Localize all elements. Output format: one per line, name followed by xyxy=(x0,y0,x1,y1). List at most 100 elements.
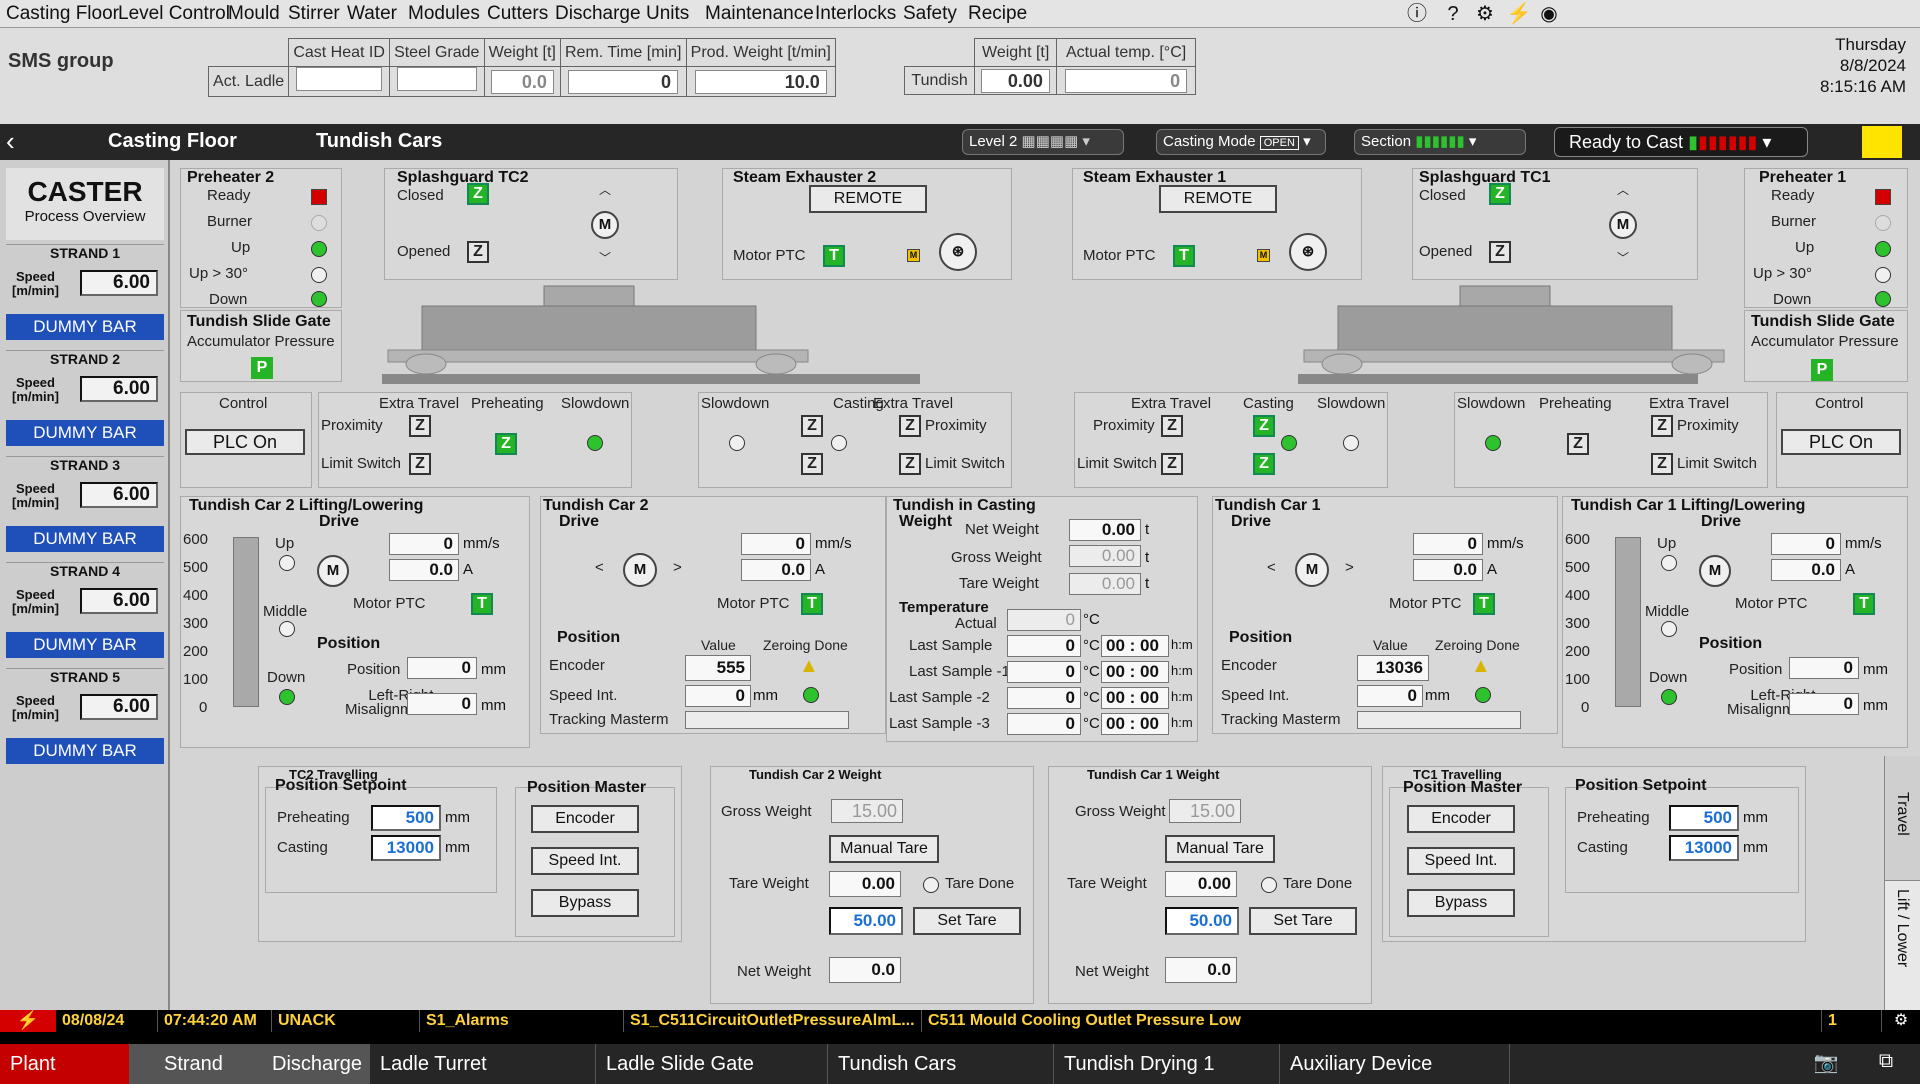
strand-1-dummy-bar[interactable]: DUMMY BAR xyxy=(6,314,164,340)
menu-modules[interactable]: Modules xyxy=(408,3,480,25)
tc2-preheat-input[interactable]: 500 xyxy=(371,805,441,831)
menu-interlocks[interactable]: Interlocks xyxy=(815,3,896,25)
tab-travel[interactable]: Travel xyxy=(1893,792,1911,836)
lift-tc1-ptc[interactable]: T xyxy=(1853,593,1875,615)
tc2-bypass-button[interactable]: Bypass xyxy=(531,889,639,917)
level-selector[interactable]: Level 2 ▦▦▦▦ ▾ xyxy=(962,129,1124,155)
menu-mould[interactable]: Mould xyxy=(228,3,280,25)
splashguard-tc1-closed-z[interactable]: Z xyxy=(1489,183,1511,205)
gear-icon[interactable]: ⚙ xyxy=(1472,2,1498,26)
lift-tc2-ptc[interactable]: T xyxy=(471,593,493,615)
tc1-right-prox-z[interactable]: Z xyxy=(1651,415,1673,437)
screen-icon[interactable]: ⧉ xyxy=(1866,1050,1906,1078)
menu-level-control[interactable]: Level Control xyxy=(118,3,230,25)
nav-strand[interactable]: Strand xyxy=(130,1044,262,1084)
nav-tundish-cars[interactable]: Tundish Cars xyxy=(828,1044,1054,1084)
w1-tare-done-radio[interactable] xyxy=(1261,877,1277,893)
tc1-preheat-input[interactable]: 500 xyxy=(1669,805,1739,831)
w2-tare-done-radio[interactable] xyxy=(923,877,939,893)
control-2-plc-button[interactable]: PLC On xyxy=(185,429,305,455)
car-1-ptc[interactable]: T xyxy=(1473,593,1495,615)
splashguard-tc1-down-chevron-icon: ﹀ xyxy=(1617,251,1630,265)
caster-box[interactable]: CASTER Process Overview xyxy=(6,168,164,240)
breadcrumb-casting-floor[interactable]: Casting Floor xyxy=(108,130,237,153)
w2-set-tare-input[interactable]: 50.00 xyxy=(829,907,903,935)
tc2-left-prox-z[interactable]: Z xyxy=(409,415,431,437)
tc1-right-preheat-z[interactable]: Z xyxy=(1567,433,1589,455)
tc1-left-casting-z2[interactable]: Z xyxy=(1253,453,1275,475)
steam-exhauster-1-remote-button[interactable]: REMOTE xyxy=(1159,185,1277,213)
steam-exhauster-2-ptc[interactable]: T xyxy=(823,245,845,267)
tc2-right-casting-z2[interactable]: Z xyxy=(801,453,823,475)
splashguard-tc2-opened-z[interactable]: Z xyxy=(467,241,489,263)
tab-lift-lower-box[interactable]: Lift / Lower xyxy=(1885,880,1920,1010)
tc2-speedint-button[interactable]: Speed Int. xyxy=(531,847,639,875)
menu-water[interactable]: Water xyxy=(347,3,397,25)
back-icon[interactable]: ‹ xyxy=(6,126,15,157)
nav-plant[interactable]: Plant xyxy=(0,1044,130,1084)
menu-discharge[interactable]: Discharge xyxy=(555,3,641,25)
menu-casting-floor[interactable]: Casting Floor xyxy=(6,3,119,25)
monitor-icon[interactable] xyxy=(1862,126,1902,158)
tc1-encoder-button[interactable]: Encoder xyxy=(1407,805,1515,833)
menu-maintenance[interactable]: Maintenance xyxy=(705,3,814,25)
alarm-message[interactable]: C511 Mould Cooling Outlet Pressure Low xyxy=(922,1010,1822,1032)
splashguard-tc2-closed-z[interactable]: Z xyxy=(467,183,489,205)
car-1-current: 0.0 xyxy=(1413,559,1483,581)
tc1-speedint-button[interactable]: Speed Int. xyxy=(1407,847,1515,875)
lift-tc1-title: Tundish Car 1 Lifting/Lowering xyxy=(1571,497,1806,514)
ready-to-cast[interactable]: Ready to Cast ▮▮▮▮▮▮▮ ▾ xyxy=(1554,127,1808,157)
tc1-bypass-button[interactable]: Bypass xyxy=(1407,889,1515,917)
car-2-ptc[interactable]: T xyxy=(801,593,823,615)
nav-ladle-slide-gate[interactable]: Ladle Slide Gate xyxy=(596,1044,828,1084)
w2-manual-tare-button[interactable]: Manual Tare xyxy=(829,835,939,863)
power-icon[interactable]: ⚡ xyxy=(1506,2,1532,26)
eye-icon[interactable]: ◉ xyxy=(1536,2,1562,26)
w1-set-tare-button[interactable]: Set Tare xyxy=(1249,907,1357,935)
casting-mode-selector[interactable]: Casting Mode OPEN ▾ xyxy=(1156,129,1326,155)
menu-cutters[interactable]: Cutters xyxy=(487,3,548,25)
nav-discharge[interactable]: Discharge xyxy=(262,1044,370,1084)
slide-gate-1-p[interactable]: P xyxy=(1811,359,1833,381)
tc2-casting-input[interactable]: 13000 xyxy=(371,835,441,861)
slide-gate-2-p[interactable]: P xyxy=(251,357,273,379)
control-1-plc-button[interactable]: PLC On xyxy=(1781,429,1901,455)
info-icon[interactable]: ⓘ xyxy=(1404,2,1430,26)
w1-set-tare-input[interactable]: 50.00 xyxy=(1165,907,1239,935)
tc2-left-limit-z[interactable]: Z xyxy=(409,453,431,475)
alarm-bolt-icon[interactable]: ⚡ xyxy=(0,1010,56,1032)
nav-auxiliary-device[interactable]: Auxiliary Device xyxy=(1280,1044,1510,1084)
splashguard-tc1-opened-z[interactable]: Z xyxy=(1489,241,1511,263)
menu-safety[interactable]: Safety xyxy=(903,3,957,25)
camera-icon[interactable]: 📷 xyxy=(1806,1050,1846,1078)
tc1-casting-input[interactable]: 13000 xyxy=(1669,835,1739,861)
section-selector[interactable]: Section ▮▮▮▮▮▮ ▾ xyxy=(1354,129,1526,155)
strand-3-dummy-bar[interactable]: DUMMY BAR xyxy=(6,526,164,552)
strand-2-dummy-bar[interactable]: DUMMY BAR xyxy=(6,420,164,446)
tc1-left-prox-z[interactable]: Z xyxy=(1161,415,1183,437)
tc2-encoder-button[interactable]: Encoder xyxy=(531,805,639,833)
steam-exhauster-2-remote-button[interactable]: REMOTE xyxy=(809,185,927,213)
tc2-right-casting-z1[interactable]: Z xyxy=(801,415,823,437)
nav-ladle-turret[interactable]: Ladle Turret xyxy=(370,1044,596,1084)
w1-manual-tare-button[interactable]: Manual Tare xyxy=(1165,835,1275,863)
preheater-1-ready-indicator xyxy=(1875,189,1891,205)
help-icon[interactable]: ? xyxy=(1440,2,1466,26)
tc2-left-preheat-z[interactable]: Z xyxy=(495,433,517,455)
strand-4-dummy-bar[interactable]: DUMMY BAR xyxy=(6,632,164,658)
w2-set-tare-button[interactable]: Set Tare xyxy=(913,907,1021,935)
tc1-left-casting-z1[interactable]: Z xyxy=(1253,415,1275,437)
strand-5-dummy-bar[interactable]: DUMMY BAR xyxy=(6,738,164,764)
car-1-panel: Tundish Car 1 Drive M < > 0 mm/s 0.0 A M… xyxy=(1212,496,1558,734)
menu-recipe[interactable]: Recipe xyxy=(968,3,1027,25)
tc2-right-limit-z[interactable]: Z xyxy=(899,453,921,475)
nav-tundish-drying-1[interactable]: Tundish Drying 1 xyxy=(1054,1044,1280,1084)
strand-1-speed-label: Speed [m/min] xyxy=(12,270,59,298)
steam-exhauster-1-ptc[interactable]: T xyxy=(1173,245,1195,267)
alarm-settings-icon[interactable]: ⚙ xyxy=(1886,1010,1916,1032)
tc1-left-limit-z[interactable]: Z xyxy=(1161,453,1183,475)
menu-stirrer[interactable]: Stirrer xyxy=(288,3,340,25)
tc1-right-limit-z[interactable]: Z xyxy=(1651,453,1673,475)
tc2-right-prox-z[interactable]: Z xyxy=(899,415,921,437)
menu-units[interactable]: Units xyxy=(646,3,689,25)
